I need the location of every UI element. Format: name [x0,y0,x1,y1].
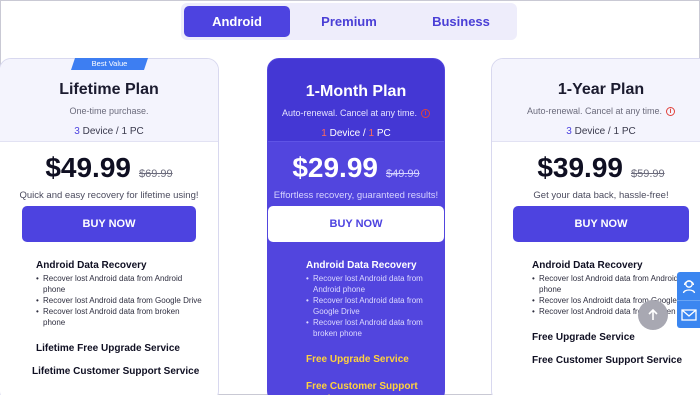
plan-description: One-time purchase. [0,106,218,116]
price-row: $49.99 $69.99 [0,152,218,184]
price: $29.99 [292,152,378,183]
plan-card-1-year: 1-Year Plan Auto-renewal. Cancel at any … [491,58,700,395]
buy-now-button[interactable]: BUY NOW [268,206,444,242]
buy-now-button[interactable]: BUY NOW [22,206,196,242]
pc-label: PC [619,126,636,137]
feature-title: Android Data Recovery [36,260,147,271]
list-item: Recover lost Android data from Google Dr… [306,295,436,317]
list-item: Recover lost Android data from broken ph… [306,317,436,339]
price: $49.99 [45,152,131,183]
list-item: Recover lost Android data from Android p… [36,273,202,295]
info-icon[interactable]: i [421,108,431,118]
product-tabs: Android Premium Business [181,3,517,40]
feature-list: Android Data Recovery Recover lost Andro… [492,260,700,367]
tab-premium[interactable]: Premium [296,6,402,37]
feature-list: Android Data Recovery Recover lost Andro… [0,260,218,378]
device-count: 3 Device / 1 PC [492,126,700,137]
feature-bullets: Recover lost Android data from Android p… [306,273,436,339]
plan-header: 1-Year Plan Auto-renewal. Cancel at any … [492,59,700,142]
support-service: Free Customer Support Service [532,355,683,366]
buy-now-button[interactable]: BUY NOW [513,206,689,242]
plan-name: 1-Month Plan [305,83,407,100]
pc-label: PC [127,126,144,137]
old-price: $49.99 [385,168,420,180]
list-item: Recover lost Android data from broken ph… [532,306,700,317]
plan-description-text: Auto-renewal. Cancel at any time. [526,106,663,116]
price-row: $29.99 $49.99 [268,152,444,184]
best-value-badge: Best Value [71,58,148,70]
feature-title: Android Data Recovery [306,260,417,271]
email-button[interactable] [677,300,700,328]
plan-header: Lifetime Plan One-time purchase. 3 Devic… [0,59,218,142]
scroll-to-top-button[interactable] [638,300,668,330]
old-price: $59.99 [630,168,665,180]
customer-service-button[interactable] [677,272,700,300]
list-item: Recover lost Android data from Android p… [306,273,436,295]
mail-icon [681,308,697,321]
price-row: $39.99 $59.99 [492,152,700,184]
plan-description-text: Auto-renewal. Cancel at any time. [281,108,418,118]
side-contact-rail [677,272,700,328]
support-service: Lifetime Customer Support Service [32,366,200,377]
feature-bullets: Recover lost Android data from Android p… [532,273,700,317]
tab-business[interactable]: Business [408,6,514,37]
list-item: Recover lost Android data from broken ph… [36,306,202,328]
plan-card-1-month: 1-Month Plan Auto-renewal. Cancel at any… [267,58,445,395]
info-icon[interactable]: i [666,106,676,116]
customer-service-icon [682,280,696,294]
old-price: $69.99 [138,168,173,180]
device-label: Device / [326,128,369,139]
device-label: Device / [79,126,122,137]
support-service: Free Customer Support Service [306,381,418,395]
price: $39.99 [537,152,623,183]
device-label: Device / [571,126,614,137]
list-item: Recover los Androidt data from Google Dr… [532,295,700,306]
plan-description: Auto-renewal. Cancel at any time. i [268,108,444,118]
device-count: 3 Device / 1 PC [0,126,218,137]
upgrade-service: Free Upgrade Service [532,332,635,343]
feature-title: Android Data Recovery [532,260,643,271]
plan-description: Auto-renewal. Cancel at any time. i [492,106,700,116]
upgrade-service: Free Upgrade Service [306,354,409,365]
arrow-up-icon [648,308,658,320]
plan-tagline: Quick and easy recovery for lifetime usi… [19,190,199,201]
plan-card-lifetime: Lifetime Plan One-time purchase. 3 Devic… [0,58,219,395]
feature-bullets: Recover lost Android data from Android p… [36,273,202,328]
device-count: 1 Device / 1 PC [268,128,444,139]
plan-header: 1-Month Plan Auto-renewal. Cancel at any… [268,59,444,142]
list-item: Recover lost Android data from Android p… [532,273,700,295]
feature-list: Android Data Recovery Recover lost Andro… [268,260,444,395]
plan-tagline: Effortless recovery, guaranteed results! [273,190,439,201]
plan-name: 1-Year Plan [557,81,645,98]
tab-android[interactable]: Android [184,6,290,37]
plan-tagline: Get your data back, hassle-free! [533,190,669,201]
pc-label: PC [374,128,391,139]
plan-description-text: One-time purchase. [69,106,149,116]
upgrade-service: Lifetime Free Upgrade Service [36,343,180,354]
list-item: Recover lost Android data from Google Dr… [36,295,202,306]
